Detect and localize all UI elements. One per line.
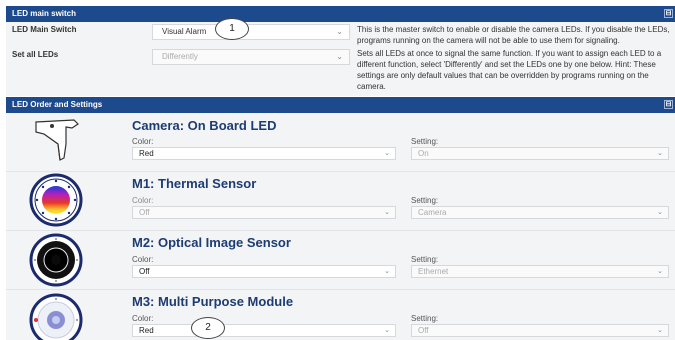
- led-order-settings-header: LED Order and Settings ⊟: [6, 97, 675, 113]
- camera-mount-icon: [35, 119, 79, 161]
- callout-1: 1: [215, 18, 249, 40]
- led-title: Camera: On Board LED: [132, 118, 277, 133]
- led-main-switch-header: LED main switch ⊟: [6, 6, 675, 22]
- color-select[interactable]: Off ⌄: [132, 206, 396, 219]
- setting-label: Setting:: [411, 137, 439, 146]
- multi-purpose-module-icon: [29, 293, 83, 340]
- color-label: Color:: [132, 314, 154, 323]
- setting-select[interactable]: Camera ⌄: [411, 206, 669, 219]
- led-title: M3: Multi Purpose Module: [132, 294, 294, 309]
- chevron-down-icon: ⌄: [336, 52, 343, 61]
- led-main-switch-help: This is the master switch to enable or d…: [357, 25, 670, 45]
- chevron-down-icon: ⌄: [657, 268, 663, 275]
- color-label: Color:: [132, 255, 154, 264]
- color-label: Color:: [132, 196, 154, 205]
- setting-select[interactable]: On ⌄: [411, 147, 669, 160]
- led-title: M2: Optical Image Sensor: [132, 235, 291, 250]
- callout-2: 2: [191, 317, 225, 339]
- led-title: M1: Thermal Sensor: [132, 176, 257, 191]
- collapse-icon[interactable]: ⊟: [664, 100, 673, 109]
- chevron-down-icon: ⌄: [384, 268, 390, 275]
- chevron-down-icon: ⌄: [336, 27, 343, 36]
- led-main-switch-row: LED Main Switch Visual Alarm ⌄ This is t…: [6, 22, 675, 46]
- led-row-m3: M3: Multi Purpose Module Color: Red ⌄ Se…: [6, 290, 675, 340]
- chevron-down-icon: ⌄: [384, 209, 390, 216]
- chevron-down-icon: ⌄: [384, 150, 390, 157]
- set-all-leds-select[interactable]: Differently ⌄: [152, 49, 350, 65]
- setting-select[interactable]: Ethernet ⌄: [411, 265, 669, 278]
- thermal-sensor-icon: [29, 173, 83, 227]
- color-select[interactable]: Red ⌄: [132, 147, 396, 160]
- color-label: Color:: [132, 137, 154, 146]
- led-row-camera: Camera: On Board LED Color: Red ⌄ Settin…: [6, 113, 675, 171]
- setting-label: Setting:: [411, 314, 439, 323]
- section-title: LED Order and Settings: [12, 100, 103, 109]
- collapse-icon[interactable]: ⊟: [664, 9, 673, 18]
- setting-label: Setting:: [411, 255, 439, 264]
- chevron-down-icon: ⌄: [384, 327, 390, 334]
- chevron-down-icon: ⌄: [657, 150, 663, 157]
- color-select[interactable]: Red ⌄: [132, 324, 396, 337]
- setting-label: Setting:: [411, 196, 439, 205]
- set-all-leds-label: Set all LEDs: [12, 50, 59, 59]
- chevron-down-icon: ⌄: [657, 327, 663, 334]
- color-select[interactable]: Off ⌄: [132, 265, 396, 278]
- led-main-switch-select[interactable]: Visual Alarm ⌄: [152, 24, 350, 40]
- optical-sensor-icon: [29, 233, 83, 287]
- section-title: LED main switch: [12, 9, 77, 18]
- led-row-m2: M2: Optical Image Sensor Color: Off ⌄ Se…: [6, 231, 675, 289]
- led-main-switch-label: LED Main Switch: [12, 25, 77, 34]
- set-all-leds-row: Set all LEDs Differently ⌄ Sets all LEDs…: [6, 46, 675, 96]
- chevron-down-icon: ⌄: [657, 209, 663, 216]
- set-all-leds-help: Sets all LEDs at once to signal the same…: [357, 49, 662, 91]
- led-row-m1: M1: Thermal Sensor Color: Off ⌄ Setting:…: [6, 172, 675, 230]
- setting-select[interactable]: Off ⌄: [411, 324, 669, 337]
